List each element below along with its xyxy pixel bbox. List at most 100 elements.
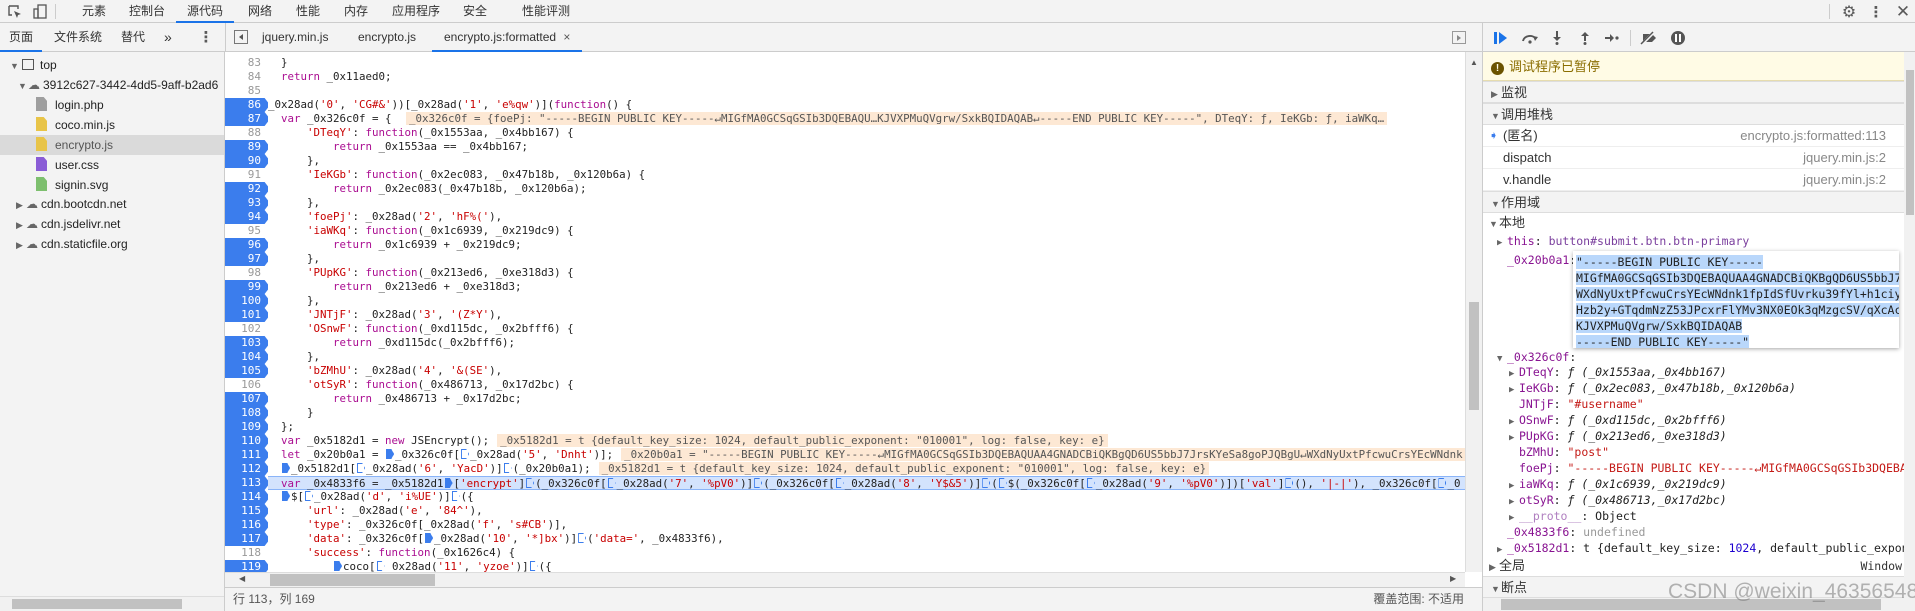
breakpoint-line-number[interactable]: 87	[225, 112, 270, 126]
breakpoint-line-number[interactable]: 86	[225, 98, 270, 112]
inline-breakpoint-icon[interactable]	[529, 561, 538, 571]
toggle-debugger-icon[interactable]	[1452, 31, 1466, 44]
breakpoint-line-number[interactable]: 116	[225, 518, 270, 532]
inline-breakpoint-icon[interactable]	[503, 463, 512, 473]
tree-file[interactable]: login.php	[0, 95, 224, 115]
line-number[interactable]: 118	[225, 546, 267, 560]
editor-tab-jquery[interactable]: jquery.min.js	[262, 23, 328, 52]
breakpoint-line-number[interactable]: 99	[225, 280, 270, 294]
tree-file[interactable]: signin.svg	[0, 175, 224, 195]
editor-vscrollbar[interactable]: ▲	[1465, 52, 1482, 572]
tree-domain[interactable]: ▶ ☁ cdn.bootcdn.net	[16, 194, 126, 214]
inline-breakpoint-icon[interactable]	[305, 491, 314, 501]
editor-hscrollbar[interactable]: ◀ ▶	[225, 572, 1465, 587]
editor-tab-encrypto-formatted[interactable]: encrypto.js:formatted ×	[432, 23, 583, 52]
breakpoint-line-number[interactable]: 101	[225, 308, 270, 322]
scroll-up-icon[interactable]: ▲	[1470, 58, 1478, 67]
tree-file[interactable]: coco.min.js	[0, 115, 224, 135]
breakpoint-line-number[interactable]: 115	[225, 504, 270, 518]
tab-elements[interactable]: 元素	[82, 0, 106, 23]
line-number[interactable]: 85	[225, 84, 267, 98]
scope-var-object[interactable]: ▼ _0x326c0f:	[1497, 349, 1576, 365]
breakpoint-line-number[interactable]: 97	[225, 252, 270, 266]
navigator-tab-page[interactable]: 页面	[0, 23, 43, 52]
breakpoint-line-number[interactable]: 90	[225, 154, 270, 168]
line-number[interactable]: 91	[225, 168, 267, 182]
navigator-more-tabs[interactable]: »	[164, 23, 172, 52]
watch-section-header[interactable]: ▶ 监视	[1483, 81, 1904, 103]
breakpoint-line-number[interactable]: 111	[225, 448, 270, 462]
breakpoint-line-number[interactable]: 89	[225, 140, 270, 154]
scope-section-header[interactable]: ▼作用域	[1483, 191, 1904, 213]
line-number[interactable]: 83	[225, 56, 267, 70]
navigator-hscrollbar[interactable]	[0, 596, 224, 611]
tab-application[interactable]: 应用程序	[392, 0, 440, 23]
scroll-left-icon[interactable]: ◀	[239, 574, 245, 583]
inline-breakpoint-active-icon[interactable]	[386, 449, 395, 459]
frame-location[interactable]: jquery.min.js:2	[1803, 147, 1886, 169]
scope-local[interactable]: ▼本地	[1489, 214, 1525, 233]
tree-top-frame[interactable]: ▼ top	[10, 55, 57, 75]
object-property[interactable]: ▶ PUpKG: ƒ (_0x213ed6,_0xe318d3)	[1509, 428, 1727, 444]
device-toolbar-icon[interactable]	[32, 3, 48, 20]
scrollbar-thumb[interactable]	[12, 599, 182, 609]
object-property[interactable]: ▶ __proto__: Object	[1509, 508, 1637, 524]
tree-domain[interactable]: ▶ ☁ cdn.staticfile.org	[16, 234, 128, 254]
step-into-icon[interactable]	[1549, 29, 1565, 47]
editor-tab-encrypto[interactable]: encrypto.js	[358, 23, 416, 52]
breakpoint-line-number[interactable]: 100	[225, 294, 270, 308]
tree-file[interactable]: encrypto.js	[0, 135, 224, 155]
breakpoint-line-number[interactable]: 117	[225, 532, 270, 546]
tree-file[interactable]: user.css	[0, 155, 224, 175]
inline-breakpoint-icon[interactable]	[998, 478, 1007, 488]
object-property[interactable]: JNTjF: "#username"	[1509, 396, 1644, 412]
line-number[interactable]: 84	[225, 70, 267, 84]
inline-breakpoint-active-icon[interactable]	[334, 561, 343, 571]
breakpoint-line-number[interactable]: 114	[225, 490, 270, 504]
inline-breakpoint-active-icon[interactable]	[282, 463, 291, 473]
line-number[interactable]: 88	[225, 126, 267, 140]
step-over-icon[interactable]	[1519, 29, 1541, 47]
breakpoint-line-number[interactable]: 113	[225, 476, 270, 490]
breakpoint-line-number[interactable]: 110	[225, 434, 270, 448]
object-property[interactable]: ▶ otSyR: ƒ (_0x486713,_0x17d2bc)	[1509, 492, 1727, 508]
breakpoint-line-number[interactable]: 112	[225, 462, 270, 476]
step-out-icon[interactable]	[1577, 29, 1593, 47]
tab-performance[interactable]: 性能	[296, 0, 320, 23]
tree-domain[interactable]: ▶ ☁ cdn.jsdelivr.net	[16, 214, 120, 234]
scope-var-undefined[interactable]: _0x4833f6: undefined	[1507, 524, 1645, 540]
scope-var-this[interactable]: ▶ this: button#submit.btn.btn-primary	[1497, 233, 1749, 249]
breakpoint-line-number[interactable]: 93	[225, 196, 270, 210]
tab-console[interactable]: 控制台	[129, 0, 165, 23]
inline-breakpoint-active-icon[interactable]	[282, 491, 291, 501]
close-tab-icon[interactable]: ×	[563, 30, 570, 44]
breakpoint-line-number[interactable]: 109	[225, 420, 270, 434]
scrollbar-thumb[interactable]	[1906, 70, 1914, 215]
line-number[interactable]: 106	[225, 378, 267, 392]
object-property[interactable]: ▶ DTeqY: ƒ (_0x1553aa,_0x4bb167)	[1509, 364, 1727, 380]
frame-location[interactable]: jquery.min.js:2	[1803, 169, 1886, 191]
navigator-tab-overrides[interactable]: 替代	[121, 23, 145, 52]
object-property[interactable]: ▶ iaWKq: ƒ (_0x1c6939,_0x219dc9)	[1509, 476, 1727, 492]
inline-breakpoint-icon[interactable]	[357, 463, 366, 473]
inline-breakpoint-icon[interactable]	[461, 449, 470, 459]
inline-breakpoint-icon[interactable]	[982, 478, 991, 488]
step-icon[interactable]	[1603, 29, 1621, 47]
resume-icon[interactable]	[1491, 29, 1511, 47]
breakpoint-line-number[interactable]: 94	[225, 210, 270, 224]
tab-memory[interactable]: 内存	[344, 0, 368, 23]
sidebar-vscrollbar[interactable]	[1904, 52, 1915, 598]
scope-global[interactable]: ▶ 全局 Window	[1489, 557, 1904, 577]
inline-breakpoint-icon[interactable]	[835, 478, 844, 488]
pause-on-exceptions-icon[interactable]	[1669, 29, 1687, 47]
settings-gear-icon[interactable]: ⚙	[1840, 2, 1858, 21]
breakpoint-line-number[interactable]: 108	[225, 406, 270, 420]
inline-breakpoint-icon[interactable]	[376, 561, 385, 571]
object-property[interactable]: ▶ OSnwF: ƒ (_0xd115dc,_0x2bfff6)	[1509, 412, 1727, 428]
breakpoint-line-number[interactable]: 107	[225, 392, 270, 406]
deactivate-breakpoints-icon[interactable]	[1638, 29, 1660, 47]
line-number-gutter[interactable]: 83 84 85 86 87 88 89 90 91 92 93 94 95 96 97 98 99 100 101…	[225, 52, 270, 572]
inline-breakpoint-icon[interactable]	[1438, 478, 1447, 488]
frame-location[interactable]: encrypto.js:formatted:113	[1740, 125, 1886, 147]
scrollbar-thumb[interactable]	[1469, 302, 1479, 410]
